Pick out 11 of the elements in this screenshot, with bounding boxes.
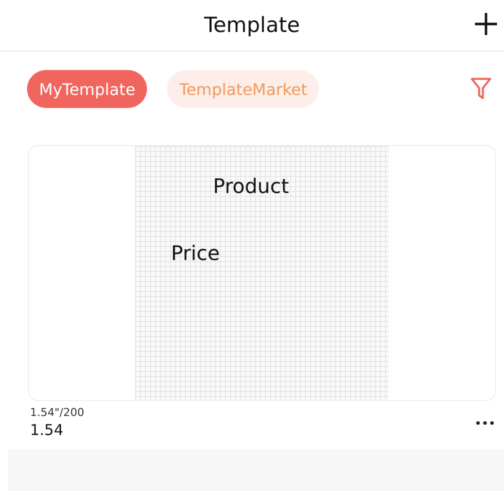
tab[interactable]: TemplateMarket	[167, 70, 320, 108]
label-text: Product	[213, 174, 289, 198]
template-size: 1.54"/200	[30, 406, 84, 419]
more-icon[interactable]	[476, 420, 494, 424]
add-icon[interactable]	[474, 12, 498, 36]
filter-icon[interactable]	[470, 77, 492, 101]
tab[interactable]: MyTemplate	[27, 70, 148, 108]
page-title: Template	[204, 13, 300, 37]
template-card[interactable]: Product Price	[28, 145, 496, 401]
template-name: 1.54	[30, 421, 64, 439]
label-text: Price	[171, 241, 220, 265]
